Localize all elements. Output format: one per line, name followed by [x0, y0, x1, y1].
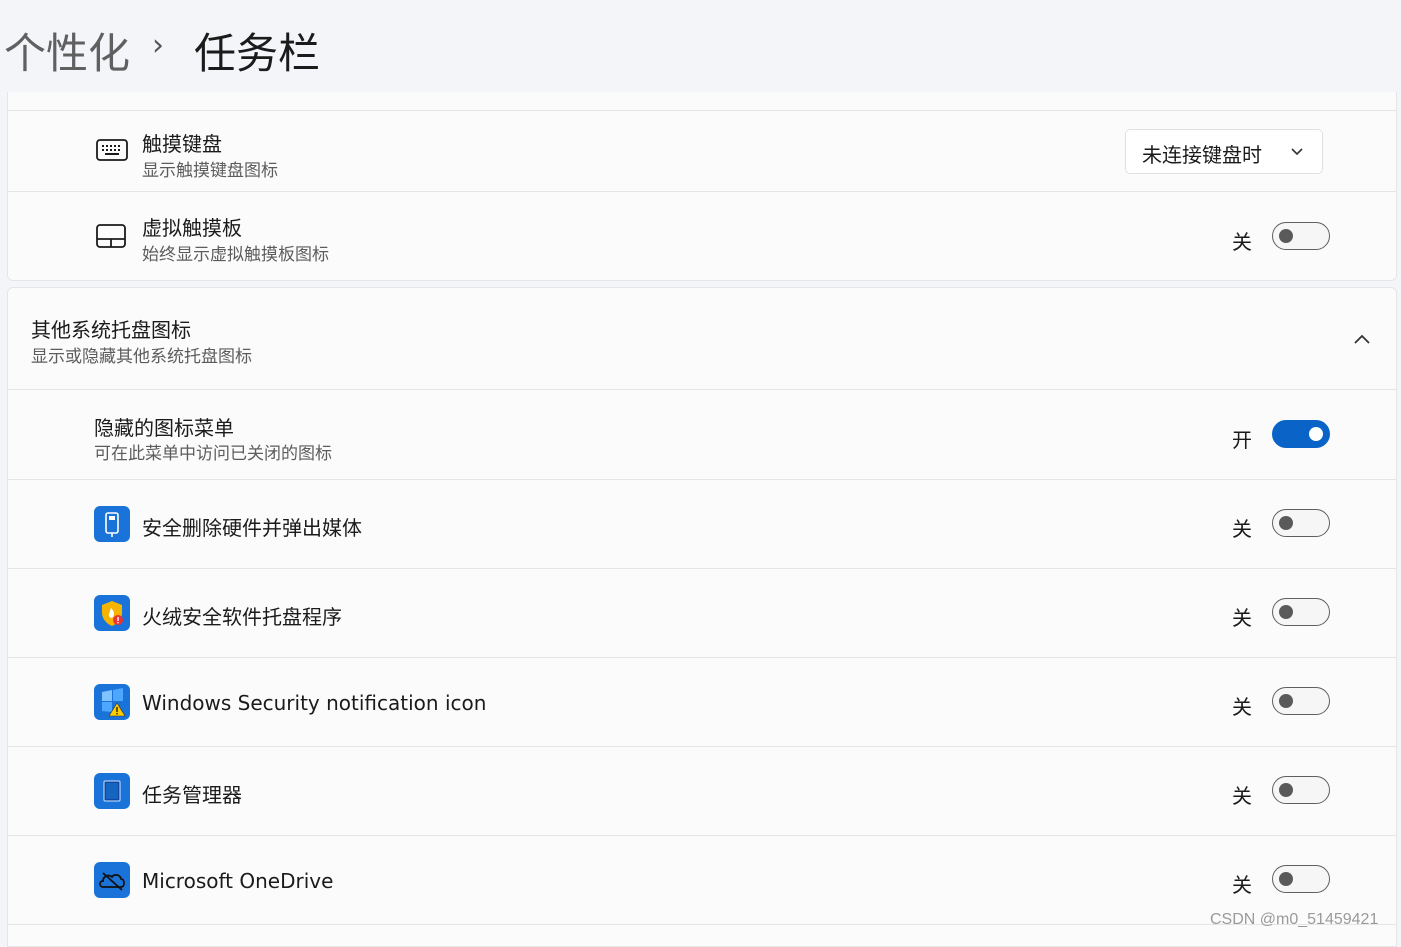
toggle-state-label: 开 — [1232, 428, 1252, 452]
virtual-touchpad-title: 虚拟触摸板 — [142, 216, 242, 240]
chevron-down-icon — [1291, 148, 1303, 156]
virtual-touchpad-row: 虚拟触摸板 始终显示虚拟触摸板图标 关 — [7, 192, 1397, 280]
dropdown-value: 未连接键盘时 — [1142, 143, 1262, 167]
touch-keyboard-dropdown[interactable]: 未连接键盘时 — [1125, 129, 1323, 174]
virtual-touchpad-subtitle: 始终显示虚拟触摸板图标 — [142, 245, 329, 265]
toggle-state-label: 关 — [1232, 784, 1252, 808]
toggle-state-label: 关 — [1232, 230, 1252, 254]
breadcrumb-separator: › — [152, 28, 164, 63]
usb-eject-icon — [94, 506, 130, 542]
app-row: Microsoft OneDrive 关 — [7, 836, 1397, 925]
page-title: 任务栏 — [194, 29, 321, 78]
app-name: 安全删除硬件并弹出媒体 — [142, 516, 362, 540]
app-toggle[interactable] — [1272, 776, 1330, 804]
toggle-state-label: 关 — [1232, 695, 1252, 719]
hidden-menu-title: 隐藏的图标菜单 — [94, 416, 234, 440]
app-row: 任务管理器 关 — [7, 747, 1397, 836]
toggle-state-label: 关 — [1232, 517, 1252, 541]
toggle-knob — [1279, 229, 1293, 243]
app-row: 安全删除硬件并弹出媒体 关 — [7, 480, 1397, 569]
toggle-state-label: 关 — [1232, 606, 1252, 630]
other-tray-header[interactable]: 其他系统托盘图标 显示或隐藏其他系统托盘图标 — [7, 288, 1397, 390]
toggle-state-label: 关 — [1232, 873, 1252, 897]
app-toggle[interactable] — [1272, 598, 1330, 626]
watermark: CSDN @m0_51459421 — [1210, 911, 1379, 928]
toggle-knob — [1279, 516, 1293, 530]
header: 个性化 › 任务栏 — [0, 0, 1401, 93]
task-manager-icon — [94, 773, 130, 809]
app-name: Windows Security notification icon — [142, 691, 487, 715]
breadcrumb-parent[interactable]: 个性化 — [4, 20, 130, 81]
app-name: 任务管理器 — [142, 783, 242, 807]
toggle-knob — [1279, 605, 1293, 619]
other-tray-title: 其他系统托盘图标 — [31, 318, 191, 342]
app-toggle[interactable] — [1272, 865, 1330, 893]
chevron-up-icon[interactable] — [1353, 333, 1371, 345]
toggle-knob — [1309, 427, 1323, 441]
hidden-menu-toggle[interactable] — [1272, 420, 1330, 448]
onedrive-icon — [94, 862, 130, 898]
app-row: Windows Security notification icon 关 — [7, 658, 1397, 747]
hidden-menu-subtitle: 可在此菜单中访问已关闭的图标 — [94, 444, 332, 464]
app-row: 火绒安全软件托盘程序 关 — [7, 569, 1397, 658]
toggle-knob — [1279, 783, 1293, 797]
app-toggle[interactable] — [1272, 687, 1330, 715]
toggle-knob — [1279, 694, 1293, 708]
app-name: 火绒安全软件托盘程序 — [142, 605, 342, 629]
app-name: Microsoft OneDrive — [142, 869, 334, 893]
huorong-shield-icon — [94, 595, 130, 631]
touch-keyboard-title: 触摸键盘 — [142, 132, 222, 156]
app-toggle[interactable] — [1272, 509, 1330, 537]
windows-security-icon — [94, 684, 130, 720]
keyboard-icon — [96, 139, 128, 161]
other-tray-subtitle: 显示或隐藏其他系统托盘图标 — [31, 347, 252, 367]
toggle-knob — [1279, 872, 1293, 886]
touchpad-icon — [96, 224, 126, 248]
touch-keyboard-subtitle: 显示触摸键盘图标 — [142, 161, 278, 181]
virtual-touchpad-toggle[interactable] — [1272, 222, 1330, 250]
hidden-menu-row: 隐藏的图标菜单 可在此菜单中访问已关闭的图标 开 — [7, 390, 1397, 480]
